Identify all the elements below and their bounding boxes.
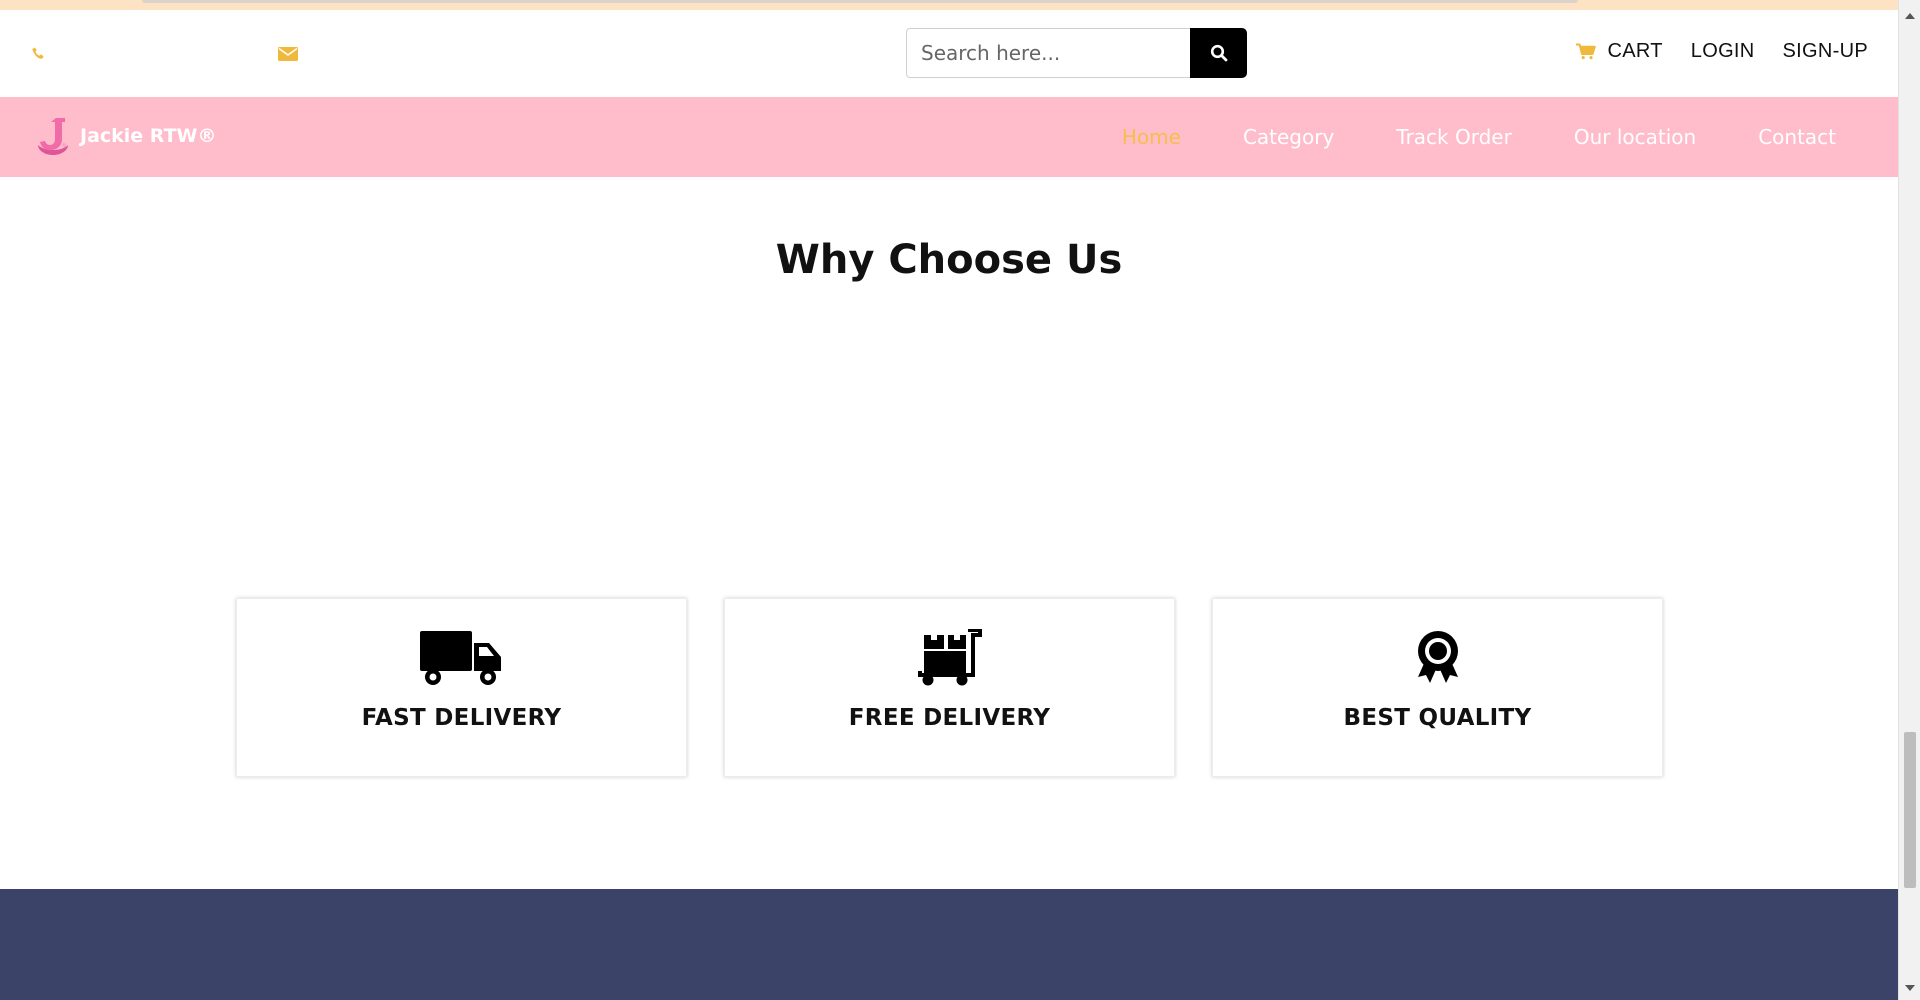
cart-link[interactable]: CART — [1575, 40, 1663, 63]
feature-card-best-quality: BEST QUALITY — [1212, 598, 1663, 777]
nav-track-order[interactable]: Track Order — [1396, 125, 1512, 149]
signup-link[interactable]: SIGN-UP — [1783, 40, 1868, 63]
truck-icon — [419, 629, 505, 687]
cart-label: CART — [1607, 40, 1663, 62]
feature-card-free-delivery: FREE DELIVERY — [724, 598, 1175, 777]
nav-home[interactable]: Home — [1122, 125, 1181, 149]
nav-contact[interactable]: Contact — [1758, 125, 1836, 149]
phone-icon[interactable] — [28, 43, 50, 65]
nav-links: Home Category Track Order Our location C… — [1122, 97, 1836, 177]
feature-card-fast-delivery: FAST DELIVERY — [236, 598, 687, 777]
search-button[interactable] — [1190, 28, 1247, 78]
utility-header: CART LOGIN SIGN-UP — [0, 10, 1898, 97]
dolly-icon — [917, 629, 982, 687]
mail-icon[interactable] — [277, 43, 299, 65]
top-strip-bar — [142, 0, 1578, 3]
section-title: Why Choose Us — [775, 237, 1123, 283]
main-nav: Jackie RTW® Home Category Track Order Ou… — [0, 97, 1898, 177]
nav-category[interactable]: Category — [1243, 125, 1334, 149]
search-icon — [1210, 44, 1227, 62]
feature-label: BEST QUALITY — [1343, 705, 1532, 731]
brand-name: Jackie RTW® — [80, 125, 217, 147]
brand[interactable]: Jackie RTW® — [34, 115, 217, 157]
page-scrollbar[interactable] — [1898, 0, 1920, 1000]
award-icon — [1416, 629, 1460, 687]
scroll-thumb[interactable] — [1904, 732, 1916, 888]
footer — [0, 889, 1898, 1000]
nav-our-location[interactable]: Our location — [1574, 125, 1696, 149]
top-strip — [0, 0, 1898, 10]
brand-logo-icon — [38, 118, 68, 155]
search-form — [906, 28, 1247, 78]
feature-label: FREE DELIVERY — [848, 705, 1051, 731]
login-link[interactable]: LOGIN — [1691, 40, 1755, 63]
feature-label: FAST DELIVERY — [361, 705, 562, 731]
scroll-up-icon[interactable] — [1899, 6, 1920, 26]
scroll-down-icon[interactable] — [1899, 978, 1920, 998]
cart-icon — [1575, 43, 1596, 60]
user-links: CART LOGIN SIGN-UP — [1575, 40, 1869, 63]
search-input[interactable] — [906, 28, 1190, 78]
features-row: FAST DELIVERY FREE DELIVERY BEST QUALITY — [236, 598, 1663, 777]
